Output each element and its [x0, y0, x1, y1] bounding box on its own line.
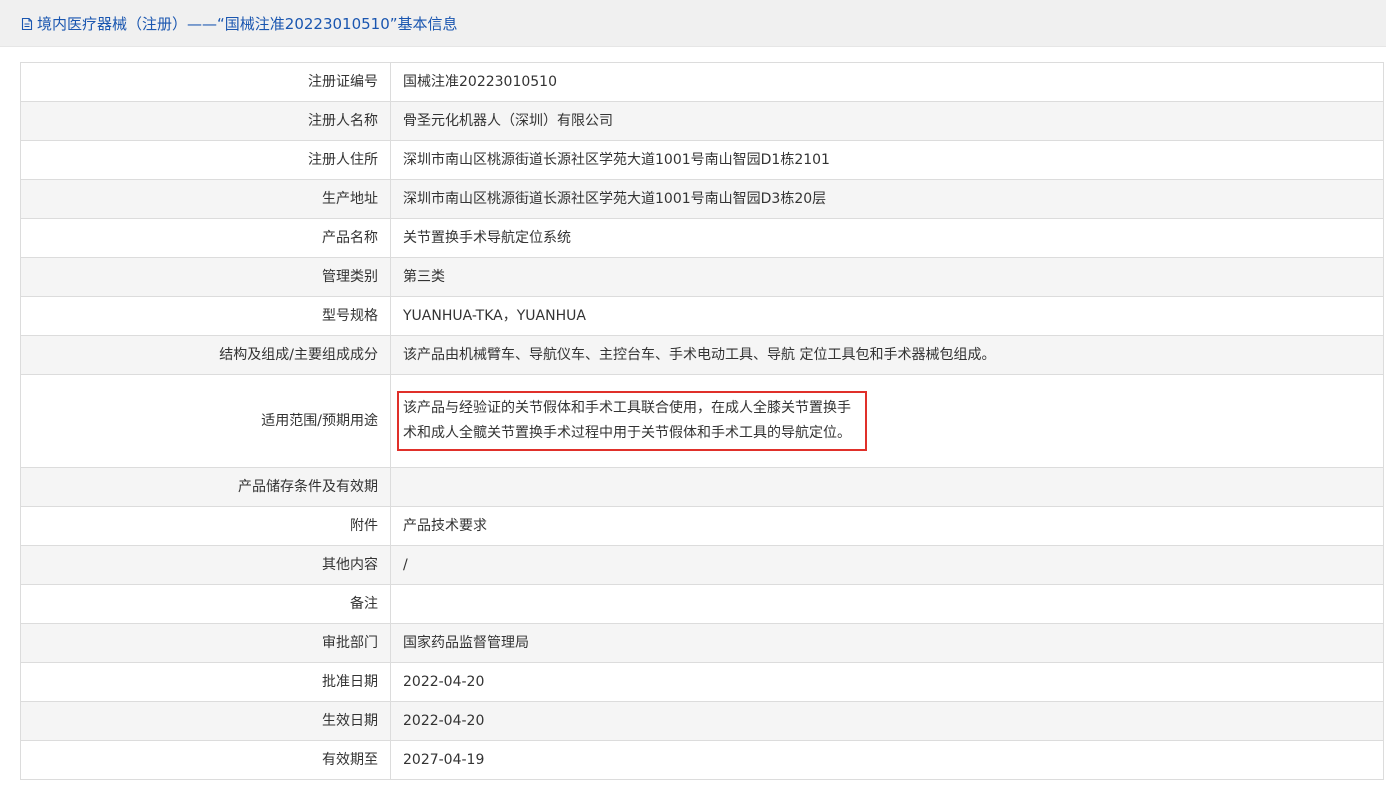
row-value: /: [390, 545, 1384, 585]
row-label: 批准日期: [20, 662, 391, 702]
page-title: 境内医疗器械（注册）——“国械注准20223010510”基本信息: [37, 14, 458, 33]
table-row: 适用范围/预期用途 该产品与经验证的关节假体和手术工具联合使用，在成人全膝关节置…: [20, 374, 1384, 468]
row-value: 深圳市南山区桃源街道长源社区学苑大道1001号南山智园D3栋20层: [390, 179, 1384, 219]
row-label: 管理类别: [20, 257, 391, 297]
table-row: 有效期至 2027-04-19: [20, 740, 1384, 780]
table-row: 型号规格 YUANHUA-TKA，YUANHUA: [20, 296, 1384, 336]
table-row: 注册证编号 国械注准20223010510: [20, 62, 1384, 102]
row-label: 审批部门: [20, 623, 391, 663]
table-row: 备注: [20, 584, 1384, 624]
info-table: 注册证编号 国械注准20223010510 注册人名称 骨圣元化机器人（深圳）有…: [20, 62, 1384, 780]
row-label: 附件: [20, 506, 391, 546]
row-label: 注册人住所: [20, 140, 391, 180]
table-row: 审批部门 国家药品监督管理局: [20, 623, 1384, 663]
row-value: [390, 467, 1384, 507]
table-row: 其他内容 /: [20, 545, 1384, 585]
row-value: 该产品与经验证的关节假体和手术工具联合使用，在成人全膝关节置换手术和成人全髋关节…: [390, 374, 1384, 468]
row-value: 该产品由机械臂车、导航仪车、主控台车、手术电动工具、导航 定位工具包和手术器械包…: [390, 335, 1384, 375]
row-value: 产品技术要求: [390, 506, 1384, 546]
row-label: 适用范围/预期用途: [20, 374, 391, 468]
row-value: 2027-04-19: [390, 740, 1384, 780]
row-label: 结构及组成/主要组成成分: [20, 335, 391, 375]
row-value: 2022-04-20: [390, 662, 1384, 702]
highlighted-intended-use: 该产品与经验证的关节假体和手术工具联合使用，在成人全膝关节置换手术和成人全髋关节…: [397, 391, 867, 451]
table-row: 注册人住所 深圳市南山区桃源街道长源社区学苑大道1001号南山智园D1栋2101: [20, 140, 1384, 180]
row-label: 有效期至: [20, 740, 391, 780]
row-value: 国家药品监督管理局: [390, 623, 1384, 663]
table-row: 注册人名称 骨圣元化机器人（深圳）有限公司: [20, 101, 1384, 141]
row-label: 型号规格: [20, 296, 391, 336]
table-row: 生效日期 2022-04-20: [20, 701, 1384, 741]
document-icon: [20, 17, 34, 31]
row-value: 2022-04-20: [390, 701, 1384, 741]
row-label: 产品名称: [20, 218, 391, 258]
row-label: 注册证编号: [20, 62, 391, 102]
row-label: 注册人名称: [20, 101, 391, 141]
row-value: 骨圣元化机器人（深圳）有限公司: [390, 101, 1384, 141]
table-row: 产品名称 关节置换手术导航定位系统: [20, 218, 1384, 258]
info-table-wrap: 注册证编号 国械注准20223010510 注册人名称 骨圣元化机器人（深圳）有…: [20, 62, 1384, 780]
row-label: 生产地址: [20, 179, 391, 219]
row-value: [390, 584, 1384, 624]
row-value: 第三类: [390, 257, 1384, 297]
row-value: 关节置换手术导航定位系统: [390, 218, 1384, 258]
row-label: 备注: [20, 584, 391, 624]
row-value: YUANHUA-TKA，YUANHUA: [390, 296, 1384, 336]
table-row: 附件 产品技术要求: [20, 506, 1384, 546]
row-value: 深圳市南山区桃源街道长源社区学苑大道1001号南山智园D1栋2101: [390, 140, 1384, 180]
table-row: 结构及组成/主要组成成分 该产品由机械臂车、导航仪车、主控台车、手术电动工具、导…: [20, 335, 1384, 375]
row-value: 国械注准20223010510: [390, 62, 1384, 102]
table-row: 批准日期 2022-04-20: [20, 662, 1384, 702]
row-label: 生效日期: [20, 701, 391, 741]
page: 境内医疗器械（注册）——“国械注准20223010510”基本信息 注册证编号 …: [0, 0, 1386, 798]
title-bar: 境内医疗器械（注册）——“国械注准20223010510”基本信息: [0, 0, 1386, 47]
row-label: 其他内容: [20, 545, 391, 585]
row-label: 产品储存条件及有效期: [20, 467, 391, 507]
table-row: 生产地址 深圳市南山区桃源街道长源社区学苑大道1001号南山智园D3栋20层: [20, 179, 1384, 219]
table-row: 产品储存条件及有效期: [20, 467, 1384, 507]
table-row: 管理类别 第三类: [20, 257, 1384, 297]
